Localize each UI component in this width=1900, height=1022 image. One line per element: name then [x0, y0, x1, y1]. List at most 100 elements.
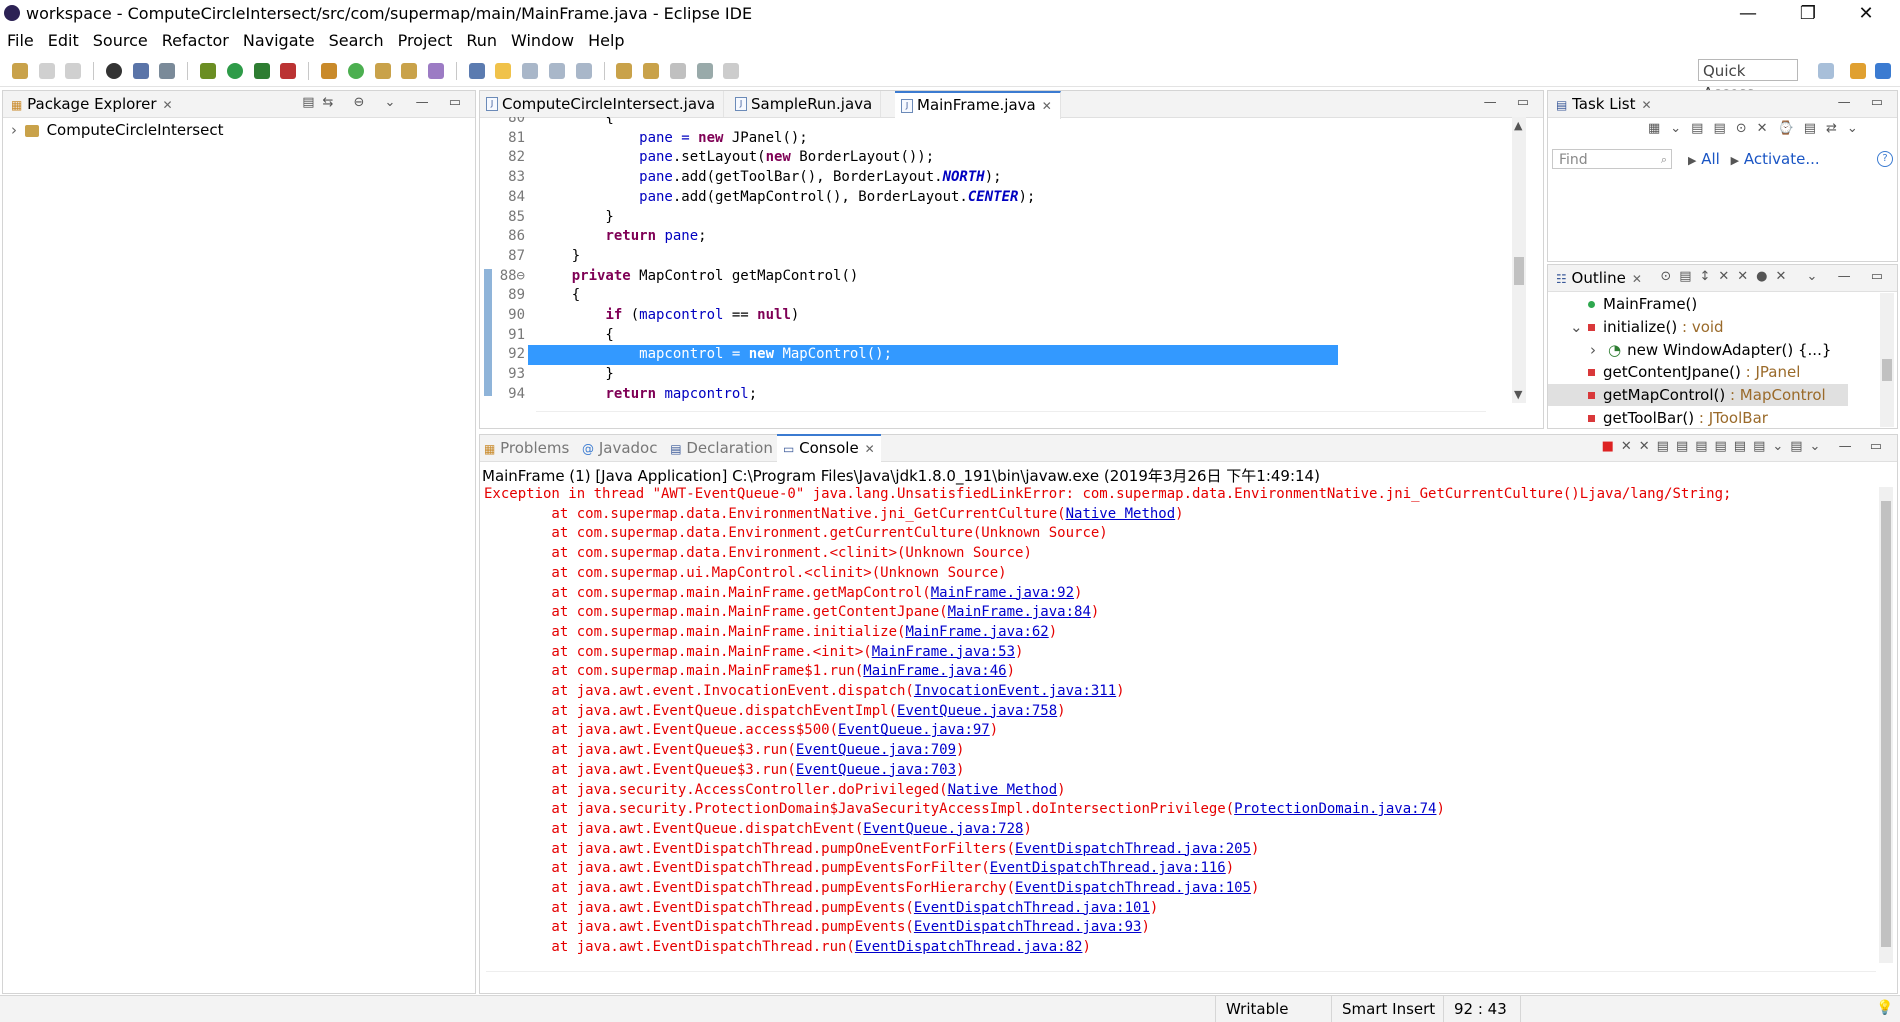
code-line[interactable]: 93 } [480, 365, 1492, 385]
source-link[interactable]: EventDispatchThread.java:93 [914, 919, 1142, 935]
tab-declaration[interactable]: Declaration [686, 439, 772, 457]
close-icon[interactable]: ✕ [1632, 272, 1642, 286]
quick-access-field[interactable]: Quick Access [1698, 59, 1798, 102]
code-line[interactable]: 91 { [480, 326, 1492, 346]
run-icon[interactable] [226, 63, 243, 79]
back-icon[interactable] [696, 63, 713, 79]
code-line[interactable]: 80 { [480, 117, 1492, 129]
java-ee-perspective-icon[interactable] [1850, 63, 1866, 79]
new-java-project-icon[interactable] [320, 63, 337, 79]
code-text[interactable]: { [538, 286, 580, 306]
source-link[interactable]: EventQueue.java:758 [897, 703, 1057, 719]
source-link[interactable]: MainFrame.java:53 [872, 644, 1015, 660]
show-whitespace-icon[interactable] [575, 63, 592, 79]
scroll-thumb[interactable] [1881, 501, 1891, 947]
external-tools-icon[interactable] [280, 63, 297, 79]
last-edit-icon[interactable] [669, 63, 686, 79]
save-icon[interactable] [38, 63, 55, 79]
source-link[interactable]: EventDispatchThread.java:205 [1015, 841, 1251, 857]
code-line[interactable]: 92 mapcontrol = new MapControl(); [480, 345, 1492, 366]
code-line[interactable]: 82 pane.setLayout(new BorderLayout()); [480, 148, 1492, 168]
scroll-down-icon[interactable]: ▼ [1514, 388, 1522, 401]
code-line[interactable]: 87 } [480, 247, 1492, 267]
outline-item[interactable]: ⌄ initialize() : void [1548, 316, 1848, 338]
code-text[interactable]: mapcontrol = new MapControl(); [528, 345, 1338, 366]
source-link[interactable]: EventDispatchThread.java:101 [914, 900, 1150, 916]
outline-item[interactable]: › ◔ new WindowAdapter() {...} [1548, 339, 1848, 361]
menu-project[interactable]: Project [391, 28, 460, 54]
search-icon[interactable] [428, 63, 445, 79]
tab-console-active[interactable]: ▭ Console ✕ [777, 434, 881, 462]
tab-javadoc[interactable]: Javadoc [599, 439, 658, 457]
source-link[interactable]: EventQueue.java:97 [838, 722, 990, 738]
tab-console[interactable]: Console [799, 439, 859, 457]
collapse-icon[interactable]: ⌄ [1570, 316, 1583, 338]
forward-icon[interactable] [723, 63, 740, 79]
tab-problems[interactable]: Problems [500, 439, 569, 457]
source-link[interactable]: EventDispatchThread.java:105 [1015, 880, 1251, 896]
coverage-icon[interactable] [253, 63, 270, 79]
open-task-icon[interactable] [401, 63, 418, 79]
code-line[interactable]: 94 return mapcontrol; [480, 385, 1492, 403]
next-annotation-icon[interactable] [616, 63, 633, 79]
block-selection-icon[interactable] [548, 63, 565, 79]
source-link[interactable]: Native Method [1066, 506, 1176, 522]
source-link[interactable]: MainFrame.java:62 [905, 624, 1048, 640]
menu-refactor[interactable]: Refactor [155, 28, 236, 54]
menu-window[interactable]: Window [504, 28, 581, 54]
close-icon[interactable]: ✕ [865, 442, 875, 456]
console-vertical-scrollbar[interactable] [1879, 487, 1893, 963]
menu-source[interactable]: Source [86, 28, 155, 54]
code-text[interactable]: pane.add(getMapControl(), BorderLayout.C… [538, 188, 1035, 208]
restore-button[interactable]: ❐ [1788, 2, 1828, 26]
outline-scrollbar[interactable] [1880, 293, 1894, 427]
profile-icon[interactable] [105, 63, 122, 79]
code-area[interactable]: 80 {81 pane = new JPanel(); 82 pane.setLa… [480, 117, 1512, 403]
menu-edit[interactable]: Edit [41, 28, 86, 54]
outline-tree[interactable]: MainFrame() ⌄ initialize() : void › ◔ new Win… [1548, 293, 1878, 429]
scroll-thumb[interactable] [1882, 359, 1892, 381]
source-link[interactable]: Native Method [948, 782, 1058, 798]
code-text[interactable]: { [538, 326, 613, 346]
code-line[interactable]: 89 { [480, 286, 1492, 306]
source-link[interactable]: MainFrame.java:84 [948, 604, 1091, 620]
console-toolbar[interactable]: ■✕✕▤▤▤▤▤▤⌄▤⌄ — ▭ [1602, 439, 1889, 454]
skip-breakpoints-icon[interactable] [159, 63, 176, 79]
outline-item[interactable]: MainFrame() [1548, 293, 1848, 315]
code-line[interactable]: 84 pane.add(getMapControl(), BorderLayou… [480, 188, 1492, 208]
outline-item[interactable]: getContentJpane() : JPanel [1548, 361, 1848, 383]
menu-navigate[interactable]: Navigate [236, 28, 322, 54]
close-window-button[interactable]: ✕ [1846, 2, 1886, 26]
view-controls[interactable]: ⊙▤↕✕✕●✕ ⌄ — ▭ [1660, 269, 1891, 284]
editor-controls[interactable]: — ▭ [1484, 95, 1537, 110]
open-perspective-icon[interactable] [1818, 63, 1834, 79]
close-icon[interactable]: ✕ [163, 98, 173, 112]
notification-icon[interactable]: 💡 [1876, 1000, 1893, 1016]
source-link[interactable]: MainFrame.java:92 [931, 585, 1074, 601]
toggle-mark-occurrences-icon[interactable] [468, 63, 485, 79]
task-find-input[interactable]: Find ⌕ [1552, 149, 1672, 169]
code-text[interactable]: pane = new JPanel(); [538, 129, 808, 149]
all-link[interactable]: All [1701, 150, 1720, 168]
close-icon[interactable]: ✕ [1642, 98, 1652, 112]
tab-samplerun[interactable]: J SampleRun.java [729, 91, 882, 117]
menu-file[interactable]: File [0, 28, 41, 54]
debug-icon[interactable] [200, 63, 217, 79]
previous-annotation-icon[interactable] [643, 63, 660, 79]
editor-vertical-scrollbar[interactable] [1512, 117, 1526, 403]
outline-item[interactable]: getMapControl() : MapControl [1548, 384, 1848, 407]
task-list-title[interactable]: Task List [1572, 95, 1635, 113]
tab-computecircleintersect[interactable]: J ComputeCircleIntersect.java [480, 91, 725, 117]
source-link[interactable]: EventDispatchThread.java:82 [855, 939, 1083, 955]
code-line[interactable]: 86 return pane; [480, 227, 1492, 247]
outline-title[interactable]: Outline [1572, 269, 1626, 287]
console-horizontal-scrollbar[interactable] [486, 971, 1876, 984]
expand-icon[interactable]: › [11, 121, 17, 139]
menu-help[interactable]: Help [581, 28, 631, 54]
new-class-icon[interactable] [347, 63, 364, 79]
minimize-button[interactable]: — [1728, 2, 1768, 26]
terminal-icon[interactable] [132, 63, 149, 79]
code-text[interactable]: private MapControl getMapControl() [538, 267, 859, 287]
code-text[interactable]: } [538, 247, 580, 267]
source-link[interactable]: ProtectionDomain.java:74 [1234, 801, 1436, 817]
